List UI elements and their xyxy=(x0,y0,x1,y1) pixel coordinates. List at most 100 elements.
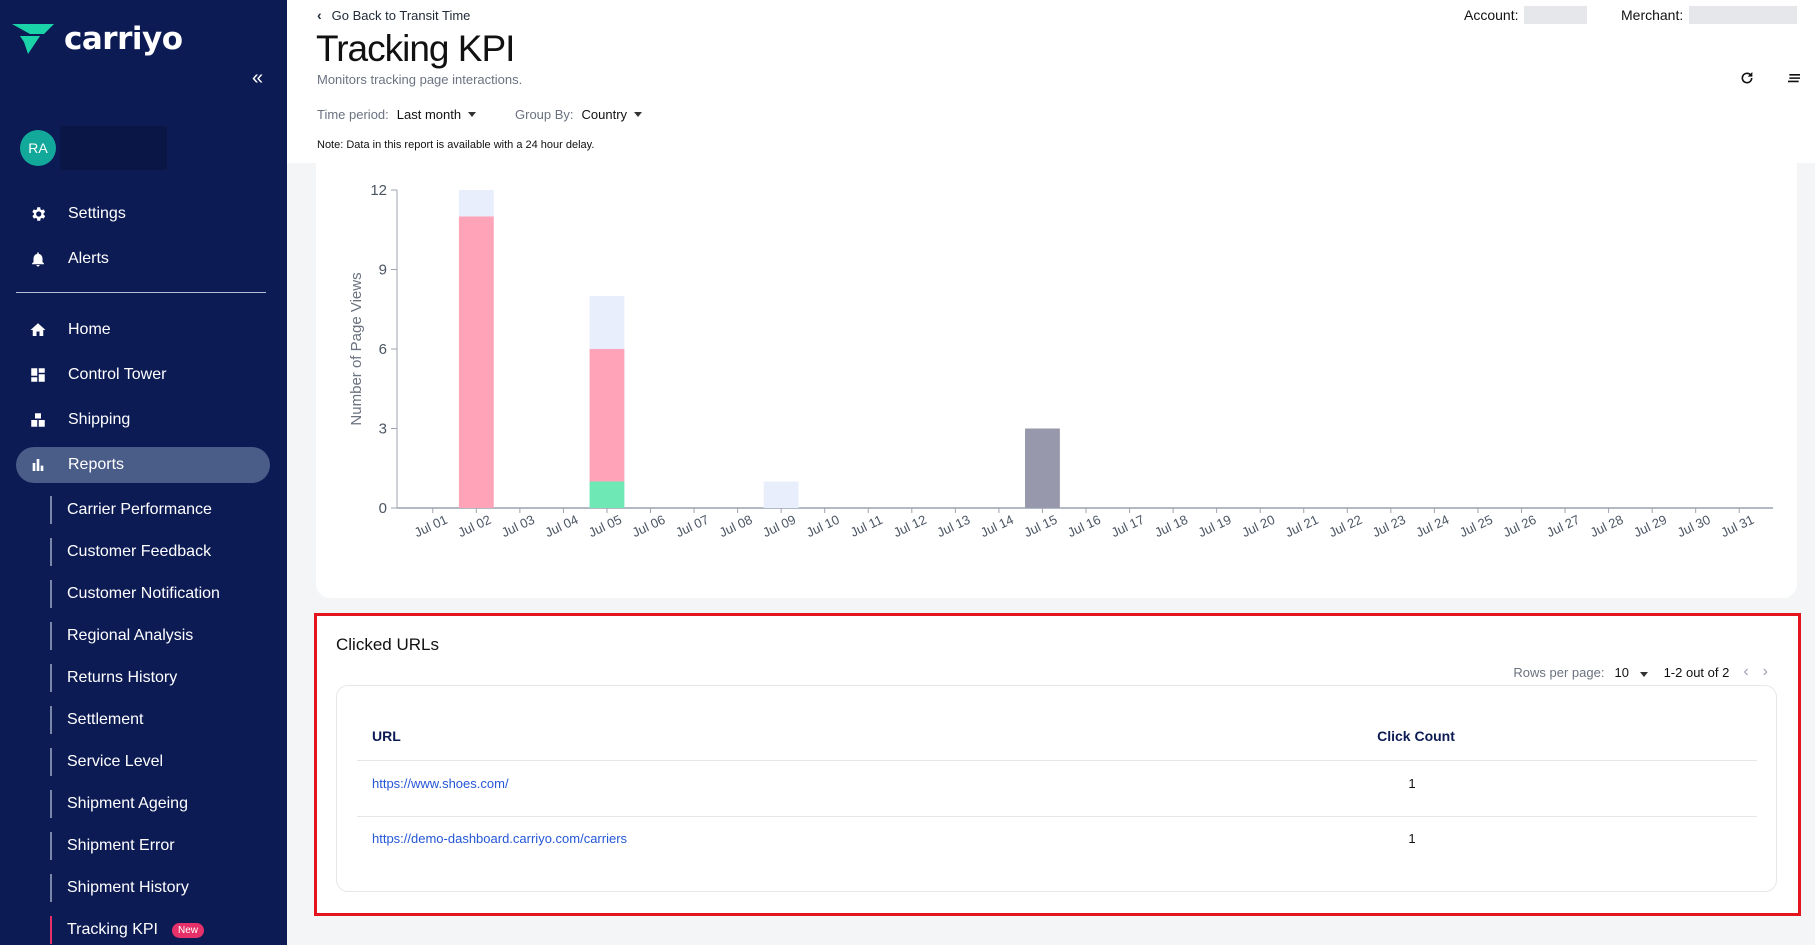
click-count: 1 xyxy=(1408,776,1416,791)
x-tick-label: Jul 09 xyxy=(760,512,798,540)
url-link[interactable]: https://demo-dashboard.carriyo.com/carri… xyxy=(372,831,627,846)
sidebar-item-shipping[interactable]: Shipping xyxy=(16,402,270,438)
sidebar-divider xyxy=(16,292,266,293)
page-range-label: 1-2 out of 2 xyxy=(1663,664,1730,680)
account-label: Account: xyxy=(1464,7,1519,23)
time-period-label: Time period: xyxy=(317,107,389,122)
clicked-urls-card: Clicked URLs Rows per page: 10 1-2 out o… xyxy=(316,615,1798,913)
x-tick-label: Jul 10 xyxy=(804,512,842,540)
report-item-settlement[interactable]: Settlement xyxy=(50,706,280,734)
report-item-label: Carrier Performance xyxy=(67,501,212,518)
x-tick-label: Jul 27 xyxy=(1544,512,1582,540)
sidebar-item-settings[interactable]: Settings xyxy=(16,196,270,232)
merchant-selector[interactable]: Merchant: xyxy=(1621,6,1798,24)
x-tick-label: Jul 25 xyxy=(1457,512,1495,540)
x-tick-label: Jul 04 xyxy=(543,512,581,540)
sidebar-item-home[interactable]: Home xyxy=(16,312,270,348)
carriyo-logo-icon xyxy=(12,24,54,54)
table-divider xyxy=(357,760,1757,761)
report-item-label: Regional Analysis xyxy=(67,627,194,644)
x-tick-label: Jul 03 xyxy=(499,512,537,540)
user-profile[interactable]: RA xyxy=(20,126,167,170)
carriyo-logo[interactable]: carriyo xyxy=(10,20,183,58)
report-item-label: Shipment Error xyxy=(67,837,175,854)
rows-per-page-label: Rows per page: xyxy=(1513,664,1605,680)
y-tick-label: 3 xyxy=(379,421,387,438)
x-tick-label: Jul 14 xyxy=(978,512,1016,540)
shipping-icon xyxy=(26,408,50,432)
x-tick-label: Jul 02 xyxy=(456,512,494,540)
collapse-sidebar-icon[interactable]: « xyxy=(252,68,272,88)
report-item-customer-notification[interactable]: Customer Notification xyxy=(50,580,280,608)
chevron-left-icon: ‹ xyxy=(317,7,322,23)
x-tick-label: Jul 12 xyxy=(891,512,929,540)
report-item-customer-feedback[interactable]: Customer Feedback xyxy=(50,538,280,566)
chevron-right-icon[interactable]: › xyxy=(1763,663,1768,681)
account-value-redacted xyxy=(1524,6,1588,24)
report-item-tracking-kpi[interactable]: Tracking KPI New xyxy=(50,916,280,944)
report-item-label: Settlement xyxy=(67,711,144,728)
menu-icon[interactable] xyxy=(1784,70,1804,90)
merchant-value-redacted xyxy=(1689,6,1798,24)
y-tick-label: 12 xyxy=(370,182,387,199)
page-header: ‹ Go Back to Transit Time Tracking KPI M… xyxy=(287,0,1815,163)
x-tick-label: Jul 08 xyxy=(717,512,755,540)
x-tick-label: Jul 19 xyxy=(1196,512,1234,540)
brand-name: carriyo xyxy=(64,21,183,57)
home-icon xyxy=(26,318,50,342)
dashboard-icon xyxy=(26,363,50,387)
x-tick-label: Jul 18 xyxy=(1152,512,1190,540)
sidebar-item-label: Shipping xyxy=(68,411,131,428)
column-header-click-count[interactable]: Click Count xyxy=(1361,728,1471,744)
gear-icon xyxy=(26,202,50,226)
group-by-filter[interactable]: Group By: Country xyxy=(515,107,643,122)
bar-segment xyxy=(458,190,494,217)
report-item-returns-history[interactable]: Returns History xyxy=(50,664,280,692)
sidebar: carriyo « RA Settings Alerts Home Contro… xyxy=(0,0,287,945)
report-item-shipment-history[interactable]: Shipment History xyxy=(50,874,280,902)
page-views-chart-card: 0 3 6 9 12 Number of Page Views Jul 01 Jul 02 Ju… xyxy=(316,163,1797,598)
report-item-shipment-ageing[interactable]: Shipment Ageing xyxy=(50,790,280,818)
card-title: Clicked URLs xyxy=(336,635,439,654)
page-subtitle: Monitors tracking page interactions. xyxy=(317,72,523,87)
report-item-service-level[interactable]: Service Level xyxy=(50,748,280,776)
x-tick-label: Jul 15 xyxy=(1022,512,1060,540)
back-link[interactable]: ‹ Go Back to Transit Time xyxy=(317,7,470,23)
bar-segment xyxy=(763,481,799,508)
caret-down-icon xyxy=(1639,671,1648,677)
caret-down-icon xyxy=(634,112,643,117)
x-tick-label: Jul 16 xyxy=(1065,512,1103,540)
data-delay-note: Note: Data in this report is available w… xyxy=(317,139,595,151)
account-selector[interactable]: Account: xyxy=(1464,6,1588,24)
x-tick-label: Jul 11 xyxy=(848,512,885,540)
sidebar-item-control-tower[interactable]: Control Tower xyxy=(16,357,270,393)
bell-icon xyxy=(26,247,50,271)
rows-per-page-value: 10 xyxy=(1614,664,1629,680)
sidebar-item-alerts[interactable]: Alerts xyxy=(16,241,270,277)
x-tick-label: Jul 17 xyxy=(1109,512,1147,540)
chevron-left-icon[interactable]: ‹ xyxy=(1743,663,1748,681)
url-link[interactable]: https://www.shoes.com/ xyxy=(372,776,509,791)
sidebar-item-reports[interactable]: Reports xyxy=(16,447,270,483)
report-item-shipment-error[interactable]: Shipment Error xyxy=(50,832,280,860)
clicked-urls-table: URL Click Count https://www.shoes.com/ 1… xyxy=(336,685,1777,892)
report-item-label: Customer Notification xyxy=(67,585,220,602)
y-tick-label: 9 xyxy=(379,262,387,279)
x-tick-label: Jul 01 xyxy=(412,512,450,540)
merchant-label: Merchant: xyxy=(1621,7,1684,23)
report-item-label: Returns History xyxy=(67,669,178,686)
rows-per-page-select[interactable]: 10 xyxy=(1614,664,1648,680)
column-header-url[interactable]: URL xyxy=(372,728,401,744)
bar-segment xyxy=(589,349,625,482)
report-item-carrier-performance[interactable]: Carrier Performance xyxy=(50,496,280,524)
report-item-label: Service Level xyxy=(67,753,164,770)
x-tick-label: Jul 05 xyxy=(586,512,624,540)
x-tick-label: Jul 20 xyxy=(1239,512,1277,540)
x-tick-label: Jul 26 xyxy=(1501,512,1539,540)
time-period-filter[interactable]: Time period: Last month xyxy=(317,107,477,122)
x-tick-label: Jul 23 xyxy=(1370,512,1408,540)
x-tick-label: Jul 21 xyxy=(1283,512,1321,540)
refresh-icon[interactable] xyxy=(1737,70,1757,90)
report-item-regional-analysis[interactable]: Regional Analysis xyxy=(50,622,280,650)
sidebar-item-label: Settings xyxy=(68,205,126,222)
